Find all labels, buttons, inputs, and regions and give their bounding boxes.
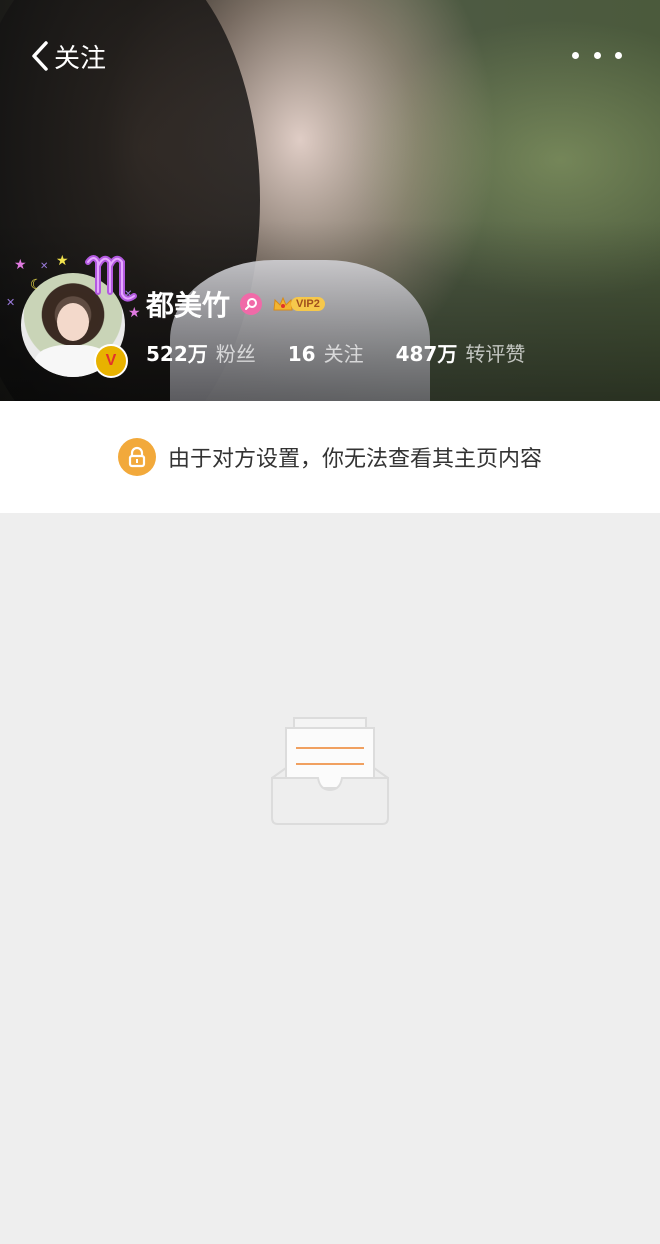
- stat-reposts-comments-likes[interactable]: 487万 转评赞: [396, 338, 526, 367]
- profile-name: 都美竹: [146, 289, 231, 322]
- stat-label: 关注: [323, 342, 364, 366]
- profile-stats: 522万 粉丝 16 关注 487万 转评赞: [146, 338, 557, 367]
- avatar-container[interactable]: ★ ★ ☾ ✕ ✕ ★ ✕ V: [6, 248, 146, 388]
- scorpio-pendant-icon: [85, 255, 137, 302]
- stat-value: 487万: [395, 342, 458, 366]
- verified-badge: V: [94, 344, 128, 378]
- lock-icon: [117, 438, 156, 476]
- stat-value: 16: [287, 342, 316, 366]
- star-icon: ★: [128, 305, 141, 321]
- stat-followers[interactable]: 522万 粉丝: [146, 338, 256, 367]
- stat-following[interactable]: 16 关注: [288, 338, 364, 367]
- chevron-left-icon: [32, 41, 48, 71]
- vip-level: VIP2: [291, 297, 325, 311]
- stat-value: 522万: [146, 342, 208, 366]
- moon-icon: ☾: [30, 277, 43, 293]
- back-button[interactable]: 关注: [30, 36, 106, 76]
- star-icon: ★: [56, 253, 69, 269]
- more-dots-icon: [572, 51, 579, 59]
- sparkle-icon: ✕: [124, 289, 133, 300]
- back-label: 关注: [54, 43, 107, 74]
- search-badge-icon[interactable]: [240, 293, 263, 315]
- profile-name-row: 都美竹 VIP2: [146, 284, 325, 324]
- star-icon: ★: [14, 257, 27, 273]
- sparkle-icon: ✕: [6, 296, 16, 309]
- more-button[interactable]: [572, 40, 622, 70]
- stat-label: 转评赞: [465, 342, 526, 366]
- privacy-notice: 由于对方设置，你无法查看其主页内容: [0, 401, 660, 513]
- sparkle-icon: ✕: [40, 261, 49, 272]
- stat-label: 粉丝: [215, 342, 256, 366]
- empty-inbox-icon: [271, 717, 389, 825]
- vip-badge[interactable]: VIP2: [272, 295, 325, 313]
- privacy-notice-text: 由于对方设置，你无法查看其主页内容: [167, 447, 542, 472]
